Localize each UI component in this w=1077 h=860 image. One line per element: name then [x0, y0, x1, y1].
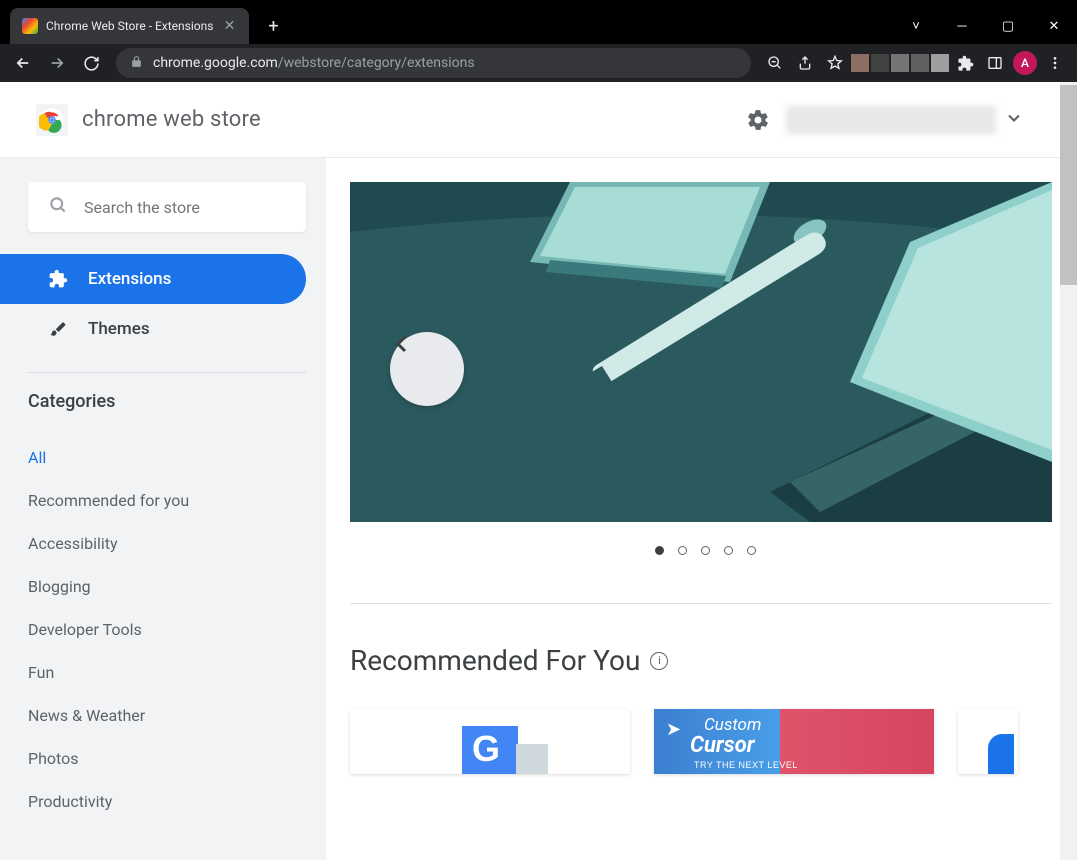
carousel-dot[interactable]	[747, 546, 756, 555]
browser-toolbar: chrome.google.com/webstore/category/exte…	[0, 44, 1077, 82]
bookmark-icon[interactable]	[821, 49, 849, 77]
recommended-cards: ➤ Custom Cursor TRY THE NEXT LEVEL	[350, 709, 1060, 774]
category-news-weather[interactable]: News & Weather	[28, 694, 306, 737]
carousel-dot[interactable]	[678, 546, 687, 555]
nav-themes[interactable]: Themes	[0, 304, 306, 354]
sidebar-divider	[28, 372, 306, 373]
category-blogging[interactable]: Blogging	[28, 565, 306, 608]
category-fun[interactable]: Fun	[28, 651, 306, 694]
carousel-dot[interactable]	[655, 546, 664, 555]
back-button[interactable]	[8, 48, 38, 78]
category-developer-tools[interactable]: Developer Tools	[28, 608, 306, 651]
search-box[interactable]	[28, 182, 306, 232]
category-recommended[interactable]: Recommended for you	[28, 479, 306, 522]
search-input[interactable]	[84, 198, 287, 217]
sidepanel-icon[interactable]	[981, 49, 1009, 77]
chevron-down-icon[interactable]: ˅	[893, 8, 939, 44]
tab-close-icon[interactable]: ✕	[221, 18, 237, 34]
store-brand-title: chrome web store	[82, 107, 261, 132]
extension-icon[interactable]	[931, 54, 949, 72]
category-photos[interactable]: Photos	[28, 737, 306, 780]
account-email-redacted[interactable]	[786, 106, 996, 134]
google-translate-icon	[462, 726, 518, 774]
settings-gear-icon[interactable]	[746, 108, 770, 132]
minimize-button[interactable]: ─	[939, 8, 985, 44]
extension-icon[interactable]	[871, 54, 889, 72]
nav-label: Themes	[88, 319, 150, 339]
account-chevron-icon[interactable]	[1004, 108, 1024, 132]
extension-icon[interactable]	[911, 54, 929, 72]
lock-icon	[130, 55, 143, 72]
extensions-puzzle-icon[interactable]	[951, 49, 979, 77]
section-divider	[350, 603, 1052, 604]
extension-card-custom-cursor[interactable]: ➤ Custom Cursor TRY THE NEXT LEVEL	[654, 709, 934, 774]
category-productivity[interactable]: Productivity	[28, 780, 306, 823]
menu-icon[interactable]	[1041, 49, 1069, 77]
new-tab-button[interactable]: +	[259, 12, 287, 40]
close-button[interactable]: ✕	[1031, 8, 1077, 44]
chrome-logo-icon	[36, 104, 68, 136]
profile-avatar[interactable]: A	[1011, 49, 1039, 77]
forward-button[interactable]	[42, 48, 72, 78]
carousel-dot[interactable]	[701, 546, 710, 555]
maximize-button[interactable]: ▢	[985, 8, 1031, 44]
nav-label: Extensions	[88, 269, 171, 289]
window-titlebar: Chrome Web Store - Extensions ✕ + ˅ ─ ▢ …	[0, 0, 1077, 44]
cursor-icon: ➤	[666, 719, 681, 740]
zoom-icon[interactable]	[761, 49, 789, 77]
carousel-dots	[350, 546, 1060, 555]
tab-favicon	[22, 18, 38, 34]
hero-carousel[interactable]	[350, 182, 1052, 522]
extension-icon[interactable]	[891, 54, 909, 72]
sidebar: Extensions Themes Categories All Recomme…	[0, 158, 326, 860]
brush-icon	[48, 320, 68, 338]
window-controls: ˅ ─ ▢ ✕	[893, 8, 1077, 44]
info-icon[interactable]: i	[650, 652, 668, 670]
address-bar[interactable]: chrome.google.com/webstore/category/exte…	[116, 48, 751, 78]
share-icon[interactable]	[791, 49, 819, 77]
category-accessibility[interactable]: Accessibility	[28, 522, 306, 565]
scrollbar-thumb[interactable]	[1060, 85, 1077, 285]
main-panel: Recommended For You i ➤ Custom Cursor TR…	[326, 158, 1060, 860]
reload-button[interactable]	[76, 48, 106, 78]
extension-card[interactable]	[350, 709, 630, 774]
extension-card[interactable]	[958, 709, 1018, 774]
section-title: Recommended For You i	[350, 644, 1060, 677]
tab-title: Chrome Web Store - Extensions	[46, 19, 213, 33]
extension-icons-row	[851, 54, 949, 72]
url-text: chrome.google.com/webstore/category/exte…	[153, 55, 475, 71]
browser-tab[interactable]: Chrome Web Store - Extensions ✕	[10, 8, 249, 44]
page-viewport: chrome web store Extensions Themes Categ…	[0, 82, 1077, 860]
categories-header: Categories	[28, 391, 306, 412]
category-all[interactable]: All	[28, 436, 306, 479]
carousel-dot[interactable]	[724, 546, 733, 555]
puzzle-icon	[48, 269, 68, 289]
carousel-prev-button[interactable]	[390, 332, 464, 406]
search-icon	[48, 195, 68, 220]
nav-extensions[interactable]: Extensions	[0, 254, 306, 304]
vertical-scrollbar[interactable]	[1060, 82, 1077, 860]
store-header: chrome web store	[0, 82, 1060, 158]
extension-icon[interactable]	[851, 54, 869, 72]
